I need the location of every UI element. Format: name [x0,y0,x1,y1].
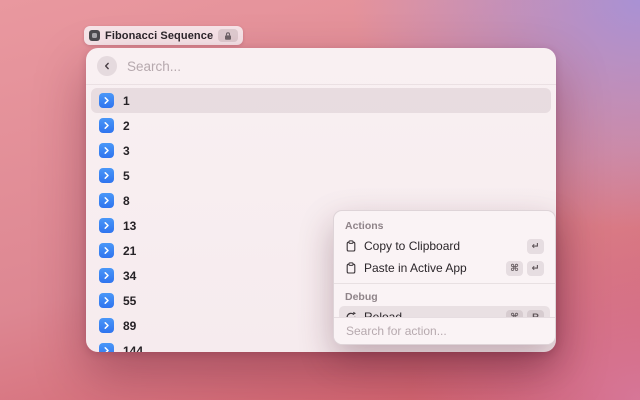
action-search-input[interactable] [346,324,543,338]
shortcut-keys: ↵ [527,239,544,254]
section-header-actions: Actions [334,217,555,235]
list-item-label: 2 [123,119,130,133]
list-item-label: 21 [123,244,136,258]
key-cmd: ⌘ [506,261,523,276]
clipboard-icon [345,262,357,274]
list-item-label: 55 [123,294,136,308]
clipboard-icon [345,240,357,252]
divider [334,283,555,284]
search-bar [86,48,556,85]
chevron-right-icon [99,168,114,183]
actions-panel: Actions Copy to Clipboard ↵ Paste in Act… [333,210,556,345]
list-item-label: 13 [123,219,136,233]
key-return: ↵ [527,261,544,276]
list-item-label: 8 [123,194,130,208]
search-input[interactable] [127,59,545,74]
chevron-right-icon [99,143,114,158]
list-item-label: 1 [123,94,130,108]
action-paste-in-active-app[interactable]: Paste in Active App ⌘ ↵ [339,257,550,279]
chevron-right-icon [99,243,114,258]
chevron-right-icon [99,318,114,333]
lock-badge[interactable] [218,29,238,42]
chevron-right-icon [99,268,114,283]
extension-icon [89,30,100,41]
chevron-right-icon [99,343,114,352]
action-search-bar [334,317,555,344]
list-item-label: 5 [123,169,130,183]
chevron-right-icon [99,93,114,108]
chevron-right-icon [99,193,114,208]
list-item-3[interactable]: 3 [91,138,551,163]
key-return: ↵ [527,239,544,254]
action-copy-to-clipboard[interactable]: Copy to Clipboard ↵ [339,235,550,257]
list-item-label: 144 [123,344,143,353]
list-item-label: 3 [123,144,130,158]
shortcut-keys: ⌘ ↵ [506,261,544,276]
action-label: Copy to Clipboard [364,239,520,253]
list-item-label: 34 [123,269,136,283]
section-header-debug: Debug [334,288,555,306]
chevron-right-icon [99,293,114,308]
back-button[interactable] [97,56,117,76]
list-item-label: 89 [123,319,136,333]
chevron-right-icon [99,218,114,233]
actions-panel-body: Actions Copy to Clipboard ↵ Paste in Act… [334,211,555,328]
list-item-5[interactable]: 5 [91,163,551,188]
chevron-right-icon [99,118,114,133]
command-tag[interactable]: Fibonacci Sequence [84,26,243,45]
list-item-2[interactable]: 2 [91,113,551,138]
list-item-1[interactable]: 1 [91,88,551,113]
action-label: Paste in Active App [364,261,499,275]
chevron-left-icon [102,61,112,71]
command-tag-label: Fibonacci Sequence [105,30,213,42]
lock-icon [223,31,233,41]
